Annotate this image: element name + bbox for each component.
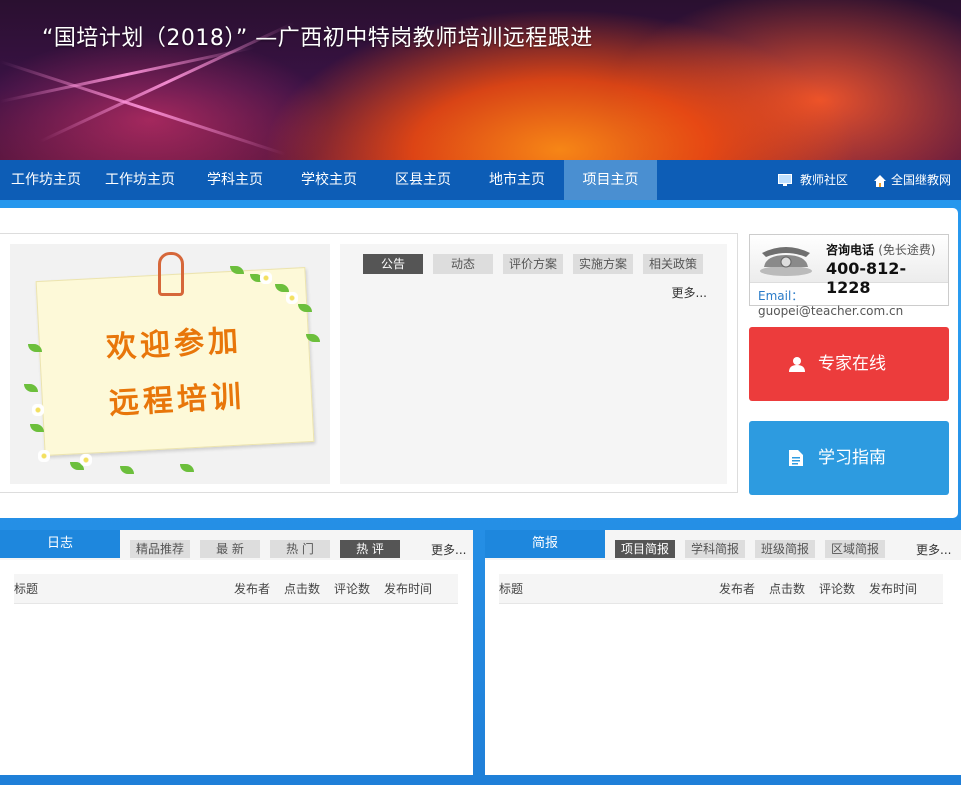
diary-more-link[interactable]: 更多... — [431, 541, 466, 558]
expert-online-label: 专家在线 — [818, 354, 886, 374]
hotline-label-text: 咨询电话 — [826, 243, 875, 257]
brief-more-link[interactable]: 更多... — [916, 541, 951, 558]
header-banner: “国培计划（2018）” —广西初中特岗教师培训远程跟进 — [0, 0, 961, 160]
email-label: Email： — [758, 289, 804, 303]
column-clicks[interactable]: 点击数 — [284, 574, 320, 604]
nav-item-subject-home[interactable]: 学科主页 — [188, 160, 282, 200]
tab-evaluation-plan[interactable]: 评价方案 — [503, 254, 563, 274]
flower-decoration — [286, 292, 298, 304]
teacher-community-label: 教师社区 — [800, 173, 849, 187]
contact-box: 咨询电话 (免长途费) 400-812-1228 Email：guopei@te… — [749, 234, 949, 318]
nav-item-school-home[interactable]: 学校主页 — [282, 160, 376, 200]
home-icon — [874, 174, 886, 187]
main-panel: 欢迎参加 远程培训 公告 动态 评价方案 实施方案 相关政策 更多... 咨询电… — [0, 208, 958, 518]
leaf-decoration — [120, 466, 134, 474]
national-cte-link[interactable]: 全国继教网 — [873, 160, 951, 200]
leaf-decoration — [180, 464, 194, 472]
site-title: “国培计划（2018）” —广西初中特岗教师培训远程跟进 — [42, 26, 593, 51]
column-author[interactable]: 发布者 — [234, 574, 270, 604]
contact-email: Email：guopei@teacher.com.cn — [758, 287, 948, 318]
welcome-line-2: 远程培训 — [108, 379, 246, 422]
study-guide-label: 学习指南 — [818, 448, 886, 468]
tab-region-brief[interactable]: 区域简报 — [825, 540, 885, 558]
welcome-line-1: 欢迎参加 — [105, 323, 243, 366]
expert-online-button[interactable]: 专家在线 — [749, 327, 949, 401]
column-title[interactable]: 标题 — [14, 574, 38, 604]
column-publish-time[interactable]: 发布时间 — [384, 574, 432, 604]
user-icon — [789, 357, 805, 372]
column-publish-time[interactable]: 发布时间 — [869, 574, 917, 604]
tab-related-policy[interactable]: 相关政策 — [643, 254, 703, 274]
news-more-link[interactable]: 更多... — [672, 284, 707, 301]
diary-title: 日志 — [0, 530, 120, 558]
flower-decoration — [38, 450, 50, 462]
paper-clip-icon — [158, 252, 184, 296]
hotline-note: (免长途费) — [878, 243, 936, 257]
teacher-community-link[interactable]: 教师社区 — [778, 160, 848, 200]
contact-header: 咨询电话 (免长途费) 400-812-1228 — [750, 235, 948, 297]
column-comments[interactable]: 评论数 — [819, 574, 855, 604]
diary-table-header: 标题 发布者 点击数 评论数 发布时间 — [14, 574, 458, 604]
telephone-icon — [760, 247, 812, 276]
tab-subject-brief[interactable]: 学科简报 — [685, 540, 745, 558]
flower-decoration — [260, 272, 272, 284]
welcome-slide[interactable]: 欢迎参加 远程培训 — [10, 244, 330, 484]
tab-announcement[interactable]: 公告 — [363, 254, 423, 274]
brief-table-header: 标题 发布者 点击数 评论数 发布时间 — [499, 574, 943, 604]
tab-project-brief[interactable]: 项目简报 — [615, 540, 675, 558]
tab-popular[interactable]: 热 门 — [270, 540, 330, 558]
main-nav: 工作坊主页 工作坊主页 学科主页 学校主页 区县主页 地市主页 项目主页 教师社… — [0, 160, 961, 200]
nav-item-county-home[interactable]: 区县主页 — [376, 160, 470, 200]
tab-latest[interactable]: 最 新 — [200, 540, 260, 558]
column-author[interactable]: 发布者 — [719, 574, 755, 604]
email-address[interactable]: guopei@teacher.com.cn — [758, 304, 903, 318]
hotline-label: 咨询电话 (免长途费) — [826, 241, 936, 258]
tab-news[interactable]: 动态 — [433, 254, 493, 274]
leaf-decoration — [24, 384, 38, 392]
nav-item-workshop-home-2[interactable]: 工作坊主页 — [92, 160, 188, 200]
announcement-panel: 公告 动态 评价方案 实施方案 相关政策 更多... — [340, 244, 727, 484]
column-clicks[interactable]: 点击数 — [769, 574, 805, 604]
nav-item-project-home[interactable]: 项目主页 — [564, 160, 657, 200]
monitor-icon — [778, 174, 792, 186]
diary-panel-header: 日志 精品推荐 最 新 热 门 热 评 更多... — [0, 530, 473, 560]
document-icon — [789, 450, 803, 466]
diary-panel: 日志 精品推荐 最 新 热 门 热 评 更多... 标题 发布者 点击数 评论数… — [0, 530, 473, 775]
leaf-decoration — [30, 424, 44, 432]
brief-title: 简报 — [485, 530, 605, 558]
nav-item-city-home[interactable]: 地市主页 — [470, 160, 564, 200]
flower-decoration — [80, 454, 92, 466]
national-cte-label: 全国继教网 — [891, 173, 952, 187]
column-title[interactable]: 标题 — [499, 574, 523, 604]
tab-hot-comments[interactable]: 热 评 — [340, 540, 400, 558]
tab-featured[interactable]: 精品推荐 — [130, 540, 190, 558]
study-guide-button[interactable]: 学习指南 — [749, 421, 949, 495]
tab-implementation-plan[interactable]: 实施方案 — [573, 254, 633, 274]
tab-class-brief[interactable]: 班级简报 — [755, 540, 815, 558]
column-comments[interactable]: 评论数 — [334, 574, 370, 604]
brief-panel: 简报 项目简报 学科简报 班级简报 区域简报 更多... 标题 发布者 点击数 … — [485, 530, 961, 775]
brief-panel-header: 简报 项目简报 学科简报 班级简报 区域简报 更多... — [485, 530, 961, 560]
nav-item-workshop-home[interactable]: 工作坊主页 — [0, 160, 92, 200]
flower-decoration — [32, 404, 44, 416]
